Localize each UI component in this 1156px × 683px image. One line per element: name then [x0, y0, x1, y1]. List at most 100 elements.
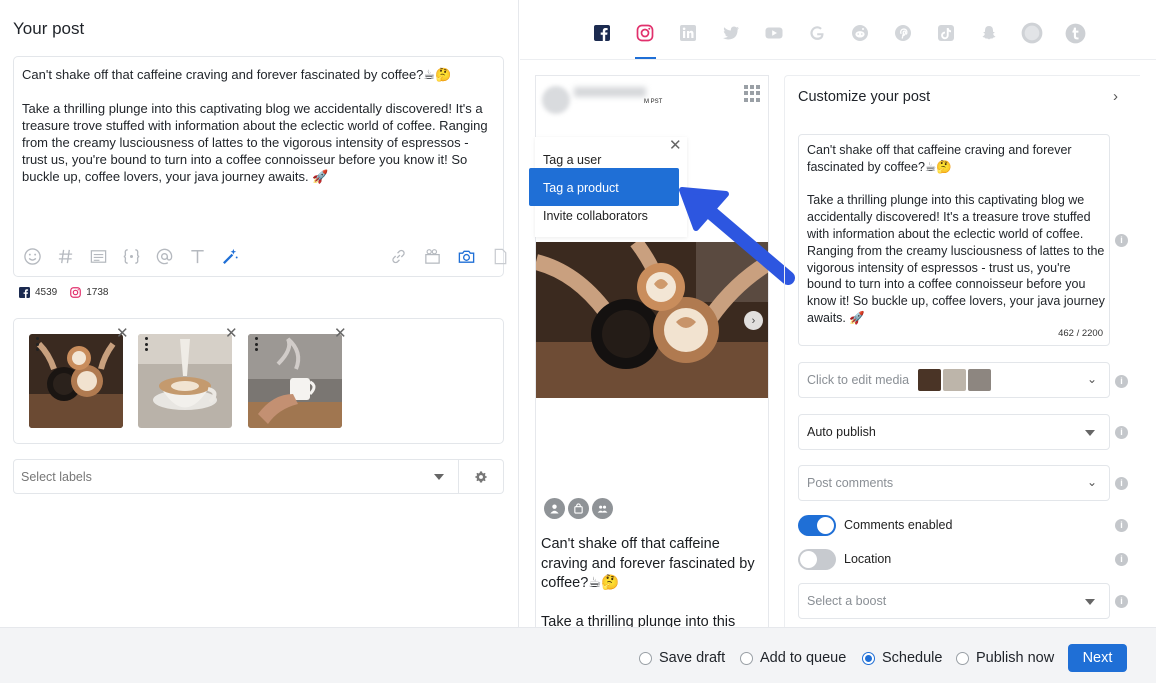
media-thumbnail[interactable]: [29, 334, 123, 428]
media-attachments: ✕ ✕ ✕: [13, 318, 504, 444]
close-icon[interactable]: ✕: [669, 136, 682, 154]
radio-button-selected[interactable]: [862, 651, 875, 665]
edit-media-field[interactable]: Click to edit media ⌄: [798, 362, 1110, 398]
publish-mode-select[interactable]: Auto publish: [798, 414, 1110, 450]
media-thumbnail[interactable]: [138, 334, 232, 428]
mention-icon[interactable]: [153, 245, 175, 267]
account-avatar-icon[interactable]: [1020, 21, 1044, 45]
thumbnail-menu-icon[interactable]: [251, 335, 261, 353]
network-tabs: [520, 0, 1156, 60]
tiktok-icon[interactable]: [934, 21, 958, 45]
comments-toggle-row: Comments enabled: [798, 514, 952, 536]
location-toggle-row: Location: [798, 548, 891, 570]
chevron-down-icon: ⌄: [1086, 475, 1097, 489]
publish-now-option[interactable]: Publish now: [956, 650, 1054, 666]
hashtag-icon[interactable]: [54, 245, 76, 267]
facebook-count: 4539: [19, 287, 57, 298]
active-tab-indicator: [635, 57, 656, 59]
close-icon[interactable]: ✕: [225, 326, 238, 341]
thumbnail-menu-icon[interactable]: [32, 335, 42, 353]
linkedin-icon[interactable]: [676, 21, 700, 45]
tag-product-option[interactable]: Tag a product: [529, 168, 679, 206]
edit-media-label: Click to edit media: [807, 373, 910, 387]
grid-icon[interactable]: [744, 85, 761, 102]
labels-placeholder: Select labels: [21, 470, 92, 484]
chevron-down-icon: ⌄: [1086, 372, 1097, 386]
next-button[interactable]: Next: [1068, 644, 1127, 672]
collaborators-icon[interactable]: [592, 498, 613, 519]
comments-toggle[interactable]: [798, 514, 836, 536]
media-thumbnail[interactable]: [248, 334, 342, 428]
document-icon[interactable]: [489, 245, 511, 267]
invite-collaborators-option[interactable]: Invite collaborators: [543, 209, 648, 223]
shopping-bag-icon[interactable]: [568, 498, 589, 519]
schedule-option[interactable]: Schedule: [862, 650, 942, 666]
info-icon[interactable]: i: [1115, 375, 1128, 388]
location-toggle-label: Location: [844, 552, 892, 566]
custom-post-text[interactable]: Can't shake off that caffeine craving an…: [807, 142, 1107, 327]
save-draft-option[interactable]: Save draft: [639, 650, 725, 666]
preview-caption: Can't shake off that caffeine craving an…: [541, 536, 755, 627]
youtube-icon[interactable]: [762, 21, 786, 45]
page-title: Your post: [13, 19, 85, 38]
text-format-icon[interactable]: [186, 245, 208, 267]
radio-button[interactable]: [740, 651, 753, 665]
preview-tag-actions: [544, 498, 616, 519]
info-icon[interactable]: i: [1115, 477, 1128, 490]
customize-title: Customize your post: [798, 89, 931, 105]
post-editor[interactable]: Can't shake off that caffeine craving an…: [13, 56, 506, 277]
tumblr-icon[interactable]: [1063, 21, 1087, 45]
thumbnail-menu-icon[interactable]: [141, 335, 151, 353]
media-previews: [918, 369, 993, 391]
info-icon[interactable]: i: [1115, 234, 1128, 247]
emoji-icon[interactable]: [21, 245, 43, 267]
camera-icon[interactable]: [455, 245, 477, 267]
caret-down-icon: [1085, 430, 1095, 436]
facebook-count-value: 4539: [35, 287, 58, 298]
avatar: [542, 86, 570, 114]
snapchat-icon[interactable]: [977, 21, 1001, 45]
gear-icon: [475, 470, 487, 483]
location-toggle[interactable]: [798, 548, 836, 570]
labels-settings-button[interactable]: [459, 459, 504, 494]
radio-button[interactable]: [639, 651, 652, 665]
caret-down-icon: [1085, 599, 1095, 605]
labels-select[interactable]: Select labels: [13, 459, 459, 494]
close-icon[interactable]: ✕: [116, 326, 129, 341]
twitter-icon[interactable]: [719, 21, 743, 45]
link-icon[interactable]: [387, 245, 409, 267]
chevron-right-icon[interactable]: ›: [1113, 88, 1118, 105]
character-counter: 462 / 2200: [1058, 328, 1103, 339]
google-icon[interactable]: [805, 21, 829, 45]
next-image-button[interactable]: ›: [744, 311, 763, 330]
add-to-queue-option[interactable]: Add to queue: [740, 650, 846, 666]
variable-icon[interactable]: [120, 245, 142, 267]
facebook-icon: [19, 287, 30, 298]
post-comments-field[interactable]: Post comments ⌄: [798, 465, 1110, 501]
character-counts: 4539 1738: [19, 287, 122, 298]
publish-now-label: Publish now: [976, 650, 1055, 666]
post-editor-panel: Your post Can't shake off that caffeine …: [0, 0, 519, 627]
pinterest-icon[interactable]: [891, 21, 915, 45]
reddit-icon[interactable]: [848, 21, 872, 45]
radio-button[interactable]: [956, 651, 969, 665]
instagram-icon[interactable]: [633, 21, 657, 45]
media-mini-thumbnail: [918, 369, 941, 391]
info-icon[interactable]: i: [1115, 553, 1128, 566]
post-text-input[interactable]: Can't shake off that caffeine craving an…: [22, 66, 492, 185]
info-icon[interactable]: i: [1115, 595, 1128, 608]
facebook-icon[interactable]: [590, 21, 614, 45]
video-icon[interactable]: [421, 245, 443, 267]
user-icon[interactable]: [544, 498, 565, 519]
info-icon[interactable]: i: [1115, 519, 1128, 532]
tag-user-option[interactable]: Tag a user: [543, 153, 601, 167]
schedule-label: Schedule: [882, 650, 943, 666]
template-icon[interactable]: [87, 245, 109, 267]
boost-select[interactable]: Select a boost: [798, 583, 1110, 619]
info-icon[interactable]: i: [1115, 426, 1128, 439]
custom-text-editor[interactable]: Can't shake off that caffeine craving an…: [798, 134, 1110, 346]
close-icon[interactable]: ✕: [334, 326, 347, 341]
media-mini-thumbnail: [943, 369, 966, 391]
magic-wand-icon[interactable]: [219, 245, 241, 267]
instagram-count-value: 1738: [86, 287, 109, 298]
